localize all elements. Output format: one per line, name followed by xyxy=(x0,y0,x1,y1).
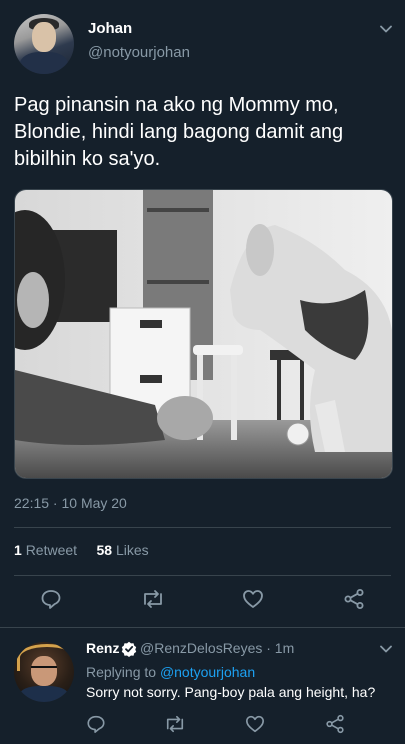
likes-count[interactable]: 58 xyxy=(97,542,113,558)
avatar-body xyxy=(20,52,68,74)
author-name[interactable]: Johan xyxy=(88,20,132,37)
reply-text: Sorry not sorry. Pang-boy pala ang heigh… xyxy=(86,684,376,700)
replying-to: Replying to @notyourjohan xyxy=(86,664,255,680)
verified-badge-icon xyxy=(121,641,137,662)
like-icon[interactable] xyxy=(245,714,265,734)
tweet-timestamp[interactable]: 22:15 · 10 May 20 xyxy=(14,495,127,511)
replying-to-handle[interactable]: @notyourjohan xyxy=(160,664,255,680)
like-icon[interactable] xyxy=(242,588,264,610)
replying-to-label: Replying to xyxy=(86,664,157,680)
retweets-count[interactable]: 1 xyxy=(14,542,22,558)
reply-icon[interactable] xyxy=(40,588,62,610)
reply-author-avatar[interactable] xyxy=(14,642,74,702)
author-handle[interactable]: @notyourjohan xyxy=(88,44,190,61)
reply-icon[interactable] xyxy=(86,714,106,734)
share-icon[interactable] xyxy=(343,588,365,610)
chevron-down-icon[interactable] xyxy=(379,642,393,656)
reply-author-handle[interactable]: @RenzDelosReyes · 1m xyxy=(140,640,294,656)
retweets-label[interactable]: Retweet xyxy=(26,542,77,558)
avatar-body xyxy=(20,686,68,702)
retweet-icon[interactable] xyxy=(140,588,166,610)
tweet-photo[interactable] xyxy=(14,189,393,479)
reply-author-name[interactable]: Renz xyxy=(86,640,119,656)
avatar-face xyxy=(32,22,56,52)
author-avatar[interactable] xyxy=(14,14,74,74)
tweet-text: Pag pinansin na ako ng Mommy mo, Blondie… xyxy=(14,94,344,170)
divider xyxy=(0,627,405,628)
divider xyxy=(14,575,391,576)
divider xyxy=(14,527,391,528)
likes-label[interactable]: Likes xyxy=(116,542,149,558)
engagement-stats: 1 Retweet 58 Likes xyxy=(14,542,149,558)
chevron-down-icon[interactable] xyxy=(379,22,393,36)
share-icon[interactable] xyxy=(325,714,345,734)
retweet-icon[interactable] xyxy=(163,714,187,734)
avatar-glasses xyxy=(31,666,57,674)
